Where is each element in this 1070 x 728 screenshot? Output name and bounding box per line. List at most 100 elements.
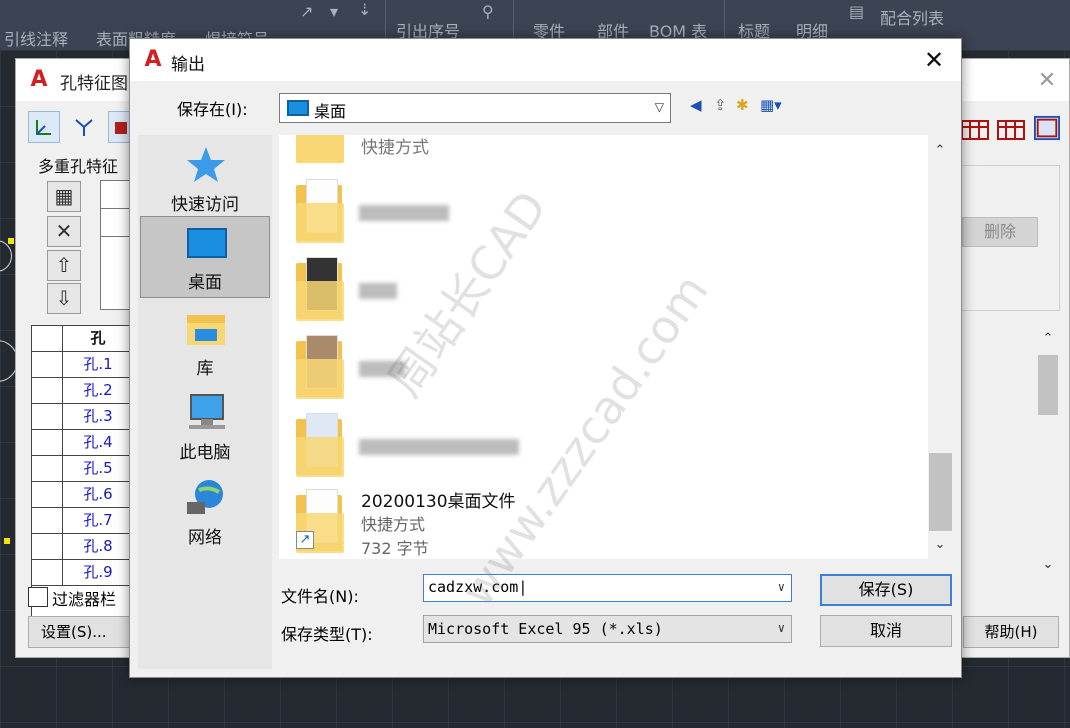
- table-edit-icon[interactable]: [1032, 115, 1062, 141]
- drawing-grip: [8, 238, 14, 244]
- move-down-button[interactable]: ⇩: [47, 283, 81, 314]
- filename-input[interactable]: cadzxw.com| ∨: [423, 574, 792, 602]
- origin-tool-button[interactable]: [68, 111, 100, 143]
- save-in-combo[interactable]: 桌面 ▽: [279, 93, 671, 123]
- hole-cell[interactable]: 孔.3: [64, 404, 130, 429]
- hole-table[interactable]: 孔 孔.1 孔.2 孔.3 孔.4 孔.5 孔.6 孔.7 孔.8 孔.9: [31, 325, 131, 627]
- table-icon: [115, 122, 127, 134]
- table-row[interactable]: 孔.4: [32, 430, 130, 456]
- row-selector[interactable]: [32, 456, 63, 481]
- table-row[interactable]: 孔.9: [32, 560, 130, 586]
- folder-icon: [296, 177, 346, 243]
- dropdown-icon[interactable]: ▾: [330, 2, 338, 21]
- close-icon[interactable]: ✕: [919, 45, 949, 75]
- file-type: 快捷方式: [361, 515, 426, 534]
- hole-cell[interactable]: 孔.6: [64, 482, 130, 507]
- place-network[interactable]: 网络: [140, 470, 270, 552]
- place-quick-access[interactable]: 快速访问: [140, 137, 270, 219]
- hole-cell[interactable]: 孔.9: [64, 560, 130, 585]
- file-list[interactable]: 快捷方式 ↗ 20200130桌面文件 快捷方式 732 字节: [279, 135, 953, 559]
- list-item[interactable]: [289, 331, 809, 403]
- table-row[interactable]: 孔.6: [32, 482, 130, 508]
- hole-table-scrollbar[interactable]: ⌃ ⌄: [1036, 327, 1060, 577]
- table-row[interactable]: 孔.5: [32, 456, 130, 482]
- properties-icon: ▦: [54, 184, 74, 208]
- chevron-down-icon[interactable]: ∨: [778, 621, 785, 635]
- place-this-pc[interactable]: 此电脑: [140, 385, 270, 467]
- row-selector[interactable]: [32, 404, 63, 429]
- row-selector[interactable]: [32, 378, 63, 403]
- table-style-icon[interactable]: [960, 117, 990, 143]
- ribbon-fit-list[interactable]: 配合列表: [880, 5, 944, 29]
- axis-icon: [36, 120, 51, 135]
- place-library[interactable]: 库: [140, 301, 270, 383]
- table-row[interactable]: 孔.7: [32, 508, 130, 534]
- save-in-label: 保存在(I):: [177, 100, 248, 119]
- row-selector[interactable]: [32, 560, 63, 585]
- list-item[interactable]: 快捷方式: [289, 135, 809, 167]
- delete-button[interactable]: 删除: [962, 217, 1038, 247]
- close-icon[interactable]: ✕: [1033, 67, 1061, 95]
- chevron-up-icon[interactable]: ⌃: [1036, 329, 1060, 349]
- table-insert-icon[interactable]: [996, 117, 1026, 143]
- save-button[interactable]: 保存(S): [820, 574, 952, 606]
- table-header-row: 孔: [32, 326, 130, 352]
- blurred-file-name: [359, 283, 397, 299]
- table-row[interactable]: 孔.1: [32, 352, 130, 378]
- list-item[interactable]: [101, 181, 131, 209]
- list-item[interactable]: ↗ 20200130桌面文件 快捷方式 732 字节: [289, 485, 809, 558]
- file-list-scrollbar[interactable]: ⌃ ⌄: [928, 135, 953, 559]
- hole-delete-button[interactable]: ✕: [47, 216, 81, 247]
- filetype-label: 保存类型(T):: [281, 625, 373, 644]
- list-item[interactable]: [289, 253, 809, 325]
- balloon-icon[interactable]: ⚲: [482, 2, 494, 21]
- hole-cell[interactable]: 孔.4: [64, 430, 130, 455]
- list-item[interactable]: [101, 209, 131, 237]
- scroll-thumb[interactable]: [929, 453, 952, 531]
- row-selector[interactable]: [32, 482, 63, 507]
- hole-cell[interactable]: 孔.5: [64, 456, 130, 481]
- hole-dialog-title: 孔特征图: [60, 74, 128, 94]
- view-menu-icon[interactable]: ▦▾: [760, 96, 782, 114]
- help-button[interactable]: 帮助(H): [963, 616, 1059, 648]
- list-item[interactable]: [289, 409, 809, 481]
- back-icon[interactable]: ◀: [690, 96, 702, 114]
- autocad-logo-icon: A: [30, 67, 48, 92]
- chevron-down-icon[interactable]: ⌄: [1036, 555, 1060, 575]
- row-selector[interactable]: [32, 352, 63, 377]
- scroll-thumb[interactable]: [1038, 355, 1058, 415]
- row-selector[interactable]: [32, 508, 63, 533]
- row-selector[interactable]: [32, 430, 63, 455]
- settings-button[interactable]: 设置(S)...: [28, 616, 132, 648]
- arrow-icon[interactable]: ⇣: [358, 0, 371, 19]
- list-item[interactable]: [289, 175, 809, 247]
- hole-properties-button[interactable]: ▦: [47, 181, 81, 212]
- chevron-down-icon[interactable]: ⌄: [928, 535, 952, 555]
- chevron-down-icon[interactable]: ▽: [655, 100, 664, 114]
- axis-tool-button[interactable]: [28, 111, 60, 143]
- hole-cell[interactable]: 孔.7: [64, 508, 130, 533]
- place-desktop[interactable]: 桌面: [140, 216, 270, 298]
- up-folder-icon[interactable]: ⇪: [714, 96, 727, 114]
- hole-cell[interactable]: 孔.2: [64, 378, 130, 403]
- folder-icon: [296, 333, 346, 399]
- leader-icon[interactable]: ↗: [300, 2, 313, 21]
- hole-cell[interactable]: 孔.8: [64, 534, 130, 559]
- move-up-button[interactable]: ⇧: [47, 250, 81, 281]
- filetype-select[interactable]: Microsoft Excel 95 (*.xls) ∨: [423, 615, 792, 643]
- chevron-down-icon[interactable]: ∨: [778, 580, 785, 594]
- fit-list-icon[interactable]: ▤: [849, 2, 864, 21]
- multi-hole-list[interactable]: [100, 180, 132, 310]
- row-selector[interactable]: [32, 534, 63, 559]
- cancel-button[interactable]: 取消: [820, 615, 952, 647]
- filter-bar-checkbox[interactable]: [28, 587, 48, 607]
- chevron-up-icon[interactable]: ⌃: [928, 141, 952, 161]
- table-row[interactable]: 孔.2: [32, 378, 130, 404]
- filename-value: cadzxw.com: [428, 578, 519, 596]
- blurred-file-name: [359, 361, 405, 377]
- ribbon-leader-note[interactable]: 引线注释: [4, 26, 68, 50]
- table-row[interactable]: 孔.8: [32, 534, 130, 560]
- table-row[interactable]: 孔.3: [32, 404, 130, 430]
- hole-cell[interactable]: 孔.1: [64, 352, 130, 377]
- new-folder-icon[interactable]: ✱: [736, 96, 749, 114]
